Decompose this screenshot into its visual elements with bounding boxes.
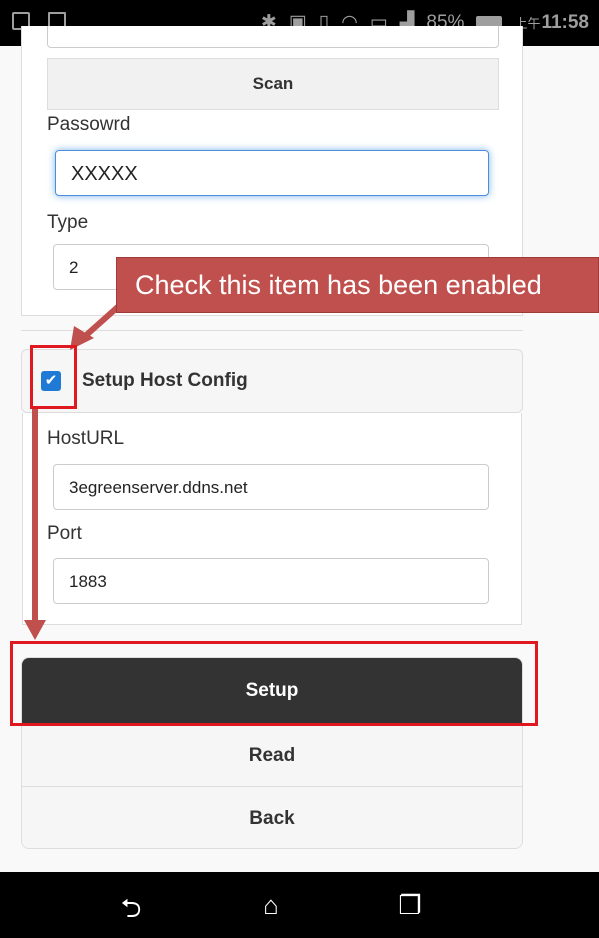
annotation-callout: Check this item has been enabled (116, 257, 599, 313)
annotation-arrows (24, 302, 122, 640)
checkbox-highlight (30, 345, 77, 409)
setup-highlight (10, 641, 538, 726)
